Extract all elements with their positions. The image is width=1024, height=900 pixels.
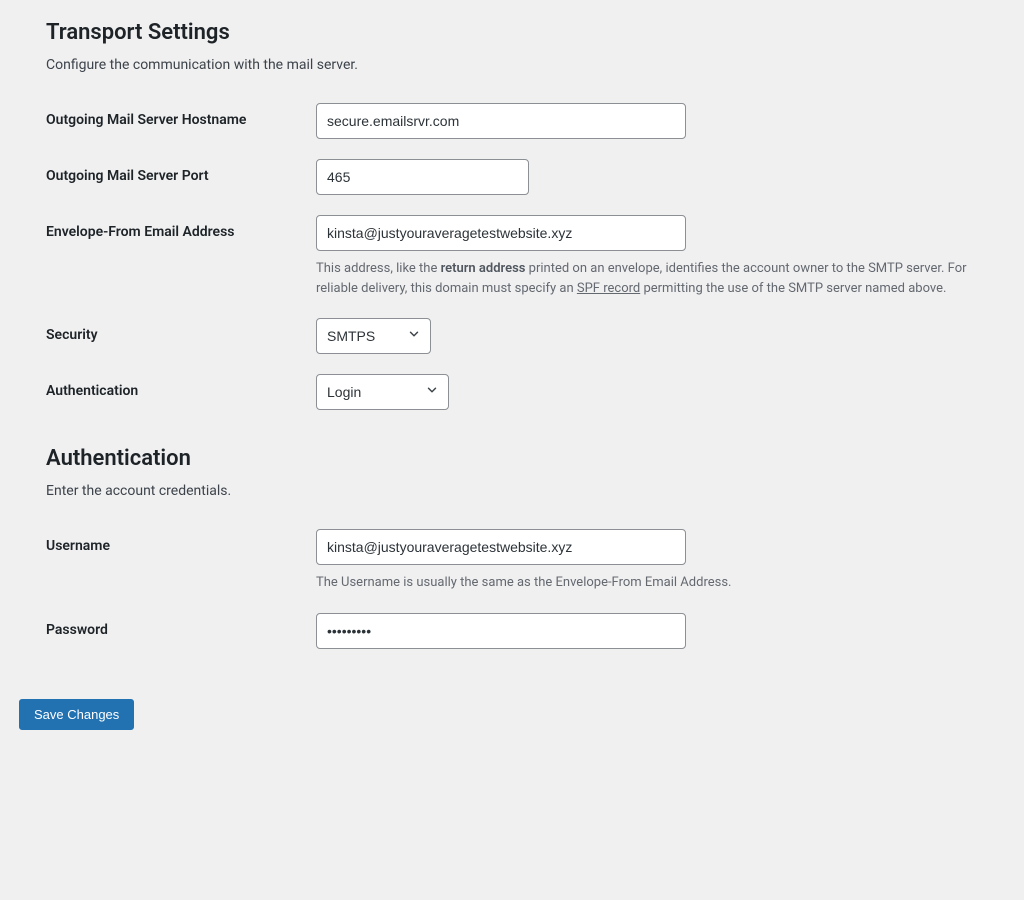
- username-help: The Username is usually the same as the …: [316, 573, 976, 593]
- envelope-row: Envelope-From Email Address This address…: [46, 215, 978, 298]
- port-label: Outgoing Mail Server Port: [46, 167, 306, 187]
- port-row: Outgoing Mail Server Port: [46, 159, 978, 195]
- envelope-help-pre: This address, like the: [316, 261, 441, 276]
- username-input[interactable]: [316, 529, 686, 565]
- spf-record-link[interactable]: SPF record: [577, 281, 640, 296]
- authentication-row: Authentication Login: [46, 374, 978, 410]
- envelope-help-post: permitting the use of the SMTP server na…: [640, 281, 946, 296]
- envelope-help: This address, like the return address pr…: [316, 259, 976, 298]
- transport-heading: Transport Settings: [46, 20, 978, 45]
- envelope-input[interactable]: [316, 215, 686, 251]
- hostname-row: Outgoing Mail Server Hostname: [46, 103, 978, 139]
- security-select[interactable]: SMTPS: [316, 318, 431, 354]
- username-label: Username: [46, 537, 306, 557]
- security-row: Security SMTPS: [46, 318, 978, 354]
- hostname-input[interactable]: [316, 103, 686, 139]
- auth-heading: Authentication: [46, 446, 978, 471]
- envelope-help-bold: return address: [441, 261, 526, 276]
- transport-description: Configure the communication with the mai…: [46, 57, 978, 73]
- password-row: Password: [46, 613, 978, 649]
- username-row: Username The Username is usually the sam…: [46, 529, 978, 593]
- authentication-label: Authentication: [46, 382, 306, 402]
- password-label: Password: [46, 621, 306, 641]
- hostname-label: Outgoing Mail Server Hostname: [46, 111, 306, 131]
- authentication-select[interactable]: Login: [316, 374, 449, 410]
- port-input[interactable]: [316, 159, 529, 195]
- password-input[interactable]: [316, 613, 686, 649]
- auth-description: Enter the account credentials.: [46, 483, 978, 499]
- envelope-label: Envelope-From Email Address: [46, 223, 306, 243]
- save-button[interactable]: Save Changes: [19, 699, 134, 730]
- security-label: Security: [46, 326, 306, 346]
